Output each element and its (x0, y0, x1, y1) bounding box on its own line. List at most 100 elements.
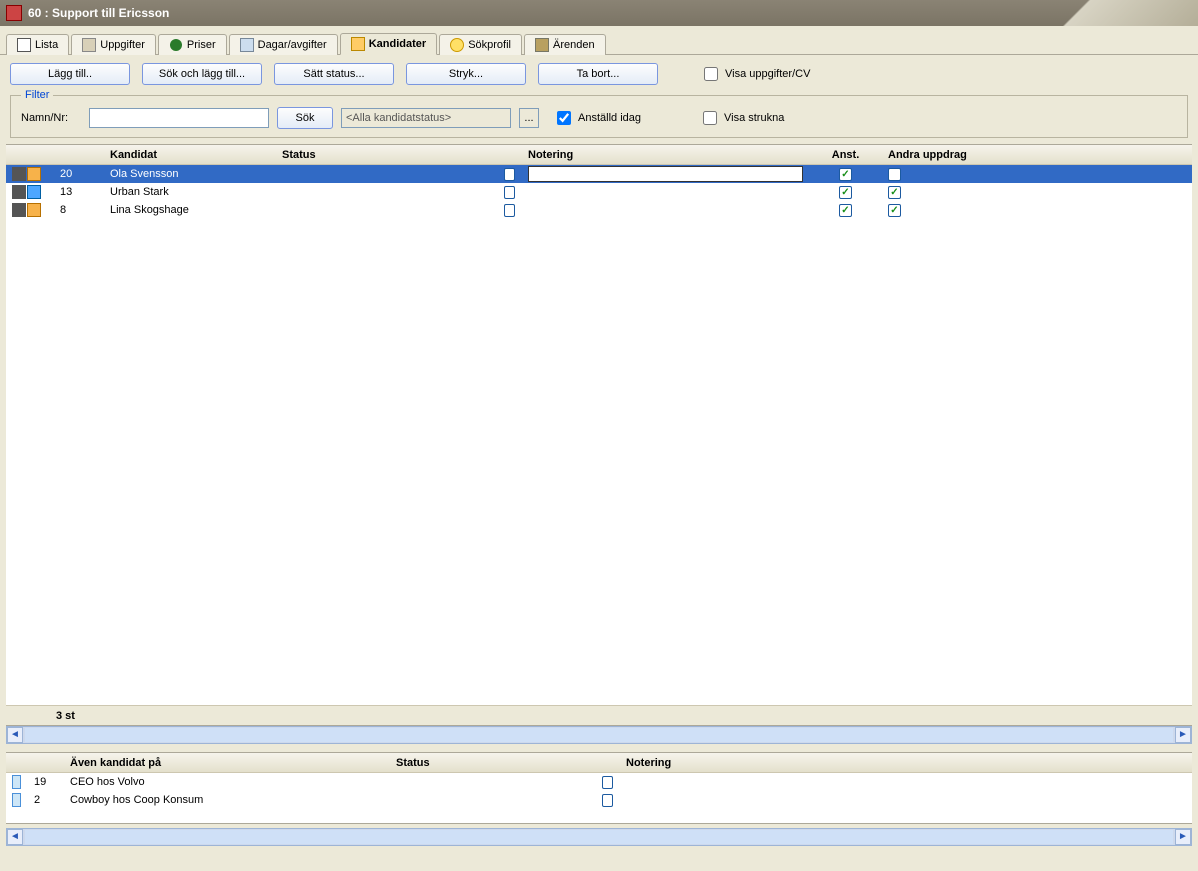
table-row[interactable]: 8Lina Skogshage (6, 201, 1192, 219)
case-icon (535, 38, 549, 52)
tab-bar: Lista Uppgifter Priser Dagar/avgifter Ka… (0, 26, 1198, 55)
filter-legend: Filter (21, 89, 53, 101)
grid-hscroll[interactable]: ◄ ► (6, 726, 1192, 744)
scroll-left-icon[interactable]: ◄ (7, 829, 23, 845)
cell-notering[interactable] (522, 201, 810, 219)
document-icon (12, 775, 21, 789)
tab-label: Dagar/avgifter (258, 39, 327, 51)
show-cv-checkbox[interactable]: Visa uppgifter/CV (700, 64, 810, 84)
candidates-grid: Kandidat Status Notering Anst. Andra upp… (6, 144, 1192, 726)
window-title: 60 : Support till Ericsson (28, 6, 169, 20)
show-struck-input[interactable] (703, 111, 717, 125)
cell-notering (620, 791, 920, 809)
tab-lista[interactable]: Lista (6, 34, 69, 55)
cell-name: Urban Stark (104, 183, 276, 201)
search-add-button[interactable]: Sök och lägg till... (142, 63, 262, 85)
remove-button[interactable]: Ta bort... (538, 63, 658, 85)
col-andra[interactable]: Andra uppdrag (882, 145, 1162, 164)
tasks-icon (82, 38, 96, 52)
col-nr[interactable] (54, 145, 104, 164)
andra-checkbox[interactable] (888, 204, 901, 217)
row-checkbox[interactable] (504, 168, 515, 181)
add-button[interactable]: Lägg till.. (10, 63, 130, 85)
anst-checkbox[interactable] (839, 204, 852, 217)
row-checkbox[interactable] (504, 204, 515, 217)
row-checkbox[interactable] (602, 794, 613, 807)
cell-nr: 19 (28, 773, 64, 791)
status-filter-browse[interactable]: ... (519, 108, 539, 128)
money-icon (169, 38, 183, 52)
status-filter-display[interactable]: <Alla kandidatstatus> (341, 108, 511, 128)
grid-header: Kandidat Status Notering Anst. Andra upp… (6, 145, 1192, 165)
status-filter-text: <Alla kandidatstatus> (346, 112, 451, 124)
candidates-icon (351, 37, 365, 51)
tab-dagar[interactable]: Dagar/avgifter (229, 34, 338, 55)
col-anst[interactable]: Anst. (810, 145, 882, 164)
strike-button[interactable]: Stryk... (406, 63, 526, 85)
bcol-notering[interactable]: Notering (620, 753, 920, 772)
table-row[interactable]: 2Cowboy hos Coop Konsum (6, 791, 1192, 809)
row-checkbox[interactable] (602, 776, 613, 789)
show-cv-input[interactable] (704, 67, 718, 81)
andra-checkbox[interactable] (888, 186, 901, 199)
tab-sokprofil[interactable]: Sökprofil (439, 34, 522, 55)
bcol-icon[interactable] (6, 753, 28, 772)
cell-nr: 8 (54, 201, 104, 219)
tab-kandidater[interactable]: Kandidater (340, 33, 437, 55)
camera-icon (12, 185, 26, 199)
employed-today-checkbox[interactable]: Anställd idag (553, 108, 641, 128)
app-icon (6, 5, 22, 21)
table-row[interactable]: 13Urban Stark (6, 183, 1192, 201)
scroll-right-icon[interactable]: ► (1175, 829, 1191, 845)
scroll-track[interactable] (25, 728, 1173, 742)
anst-checkbox[interactable] (839, 186, 852, 199)
bottom-grid-header: Även kandidat på Status Notering (6, 753, 1192, 773)
row-count: 3 st (56, 710, 75, 722)
bcol-status[interactable]: Status (390, 753, 596, 772)
col-icons[interactable] (6, 145, 54, 164)
bcol-nr[interactable] (28, 753, 64, 772)
col-status[interactable]: Status (276, 145, 498, 164)
grid-body[interactable]: 20Ola Svensson13Urban Stark8Lina Skogsha… (6, 165, 1192, 705)
tab-uppgifter[interactable]: Uppgifter (71, 34, 156, 55)
scroll-left-icon[interactable]: ◄ (7, 727, 23, 743)
set-status-button[interactable]: Sätt status... (274, 63, 394, 85)
tab-label: Priser (187, 39, 216, 51)
person-icon (27, 185, 41, 199)
scroll-right-icon[interactable]: ► (1175, 727, 1191, 743)
cell-notering[interactable] (522, 165, 810, 183)
name-input[interactable] (89, 108, 269, 128)
col-kandidat[interactable]: Kandidat (104, 145, 276, 164)
col-notering[interactable]: Notering (522, 145, 810, 164)
show-struck-checkbox[interactable]: Visa strukna (699, 108, 784, 128)
cell-nr: 2 (28, 791, 64, 809)
show-cv-label: Visa uppgifter/CV (725, 68, 810, 80)
cell-name: CEO hos Volvo (64, 773, 390, 791)
camera-icon (12, 203, 26, 217)
bottom-hscroll[interactable]: ◄ ► (6, 828, 1192, 846)
search-button[interactable]: Sök (277, 107, 333, 129)
scroll-track[interactable] (25, 830, 1173, 844)
anst-checkbox[interactable] (839, 168, 852, 181)
andra-checkbox[interactable] (888, 168, 901, 181)
filter-group: Filter Namn/Nr: Sök <Alla kandidatstatus… (10, 89, 1188, 138)
table-row[interactable]: 19CEO hos Volvo (6, 773, 1192, 791)
row-checkbox[interactable] (504, 186, 515, 199)
cell-notering[interactable] (522, 183, 810, 201)
titlebar: 60 : Support till Ericsson (0, 0, 1198, 26)
cell-name: Ola Svensson (104, 165, 276, 183)
bottom-grid-body[interactable]: 19CEO hos Volvo2Cowboy hos Coop Konsum (6, 773, 1192, 823)
table-row[interactable]: 20Ola Svensson (6, 165, 1192, 183)
tab-arenden[interactable]: Ärenden (524, 34, 606, 55)
calendar-icon (240, 38, 254, 52)
employed-today-input[interactable] (557, 111, 571, 125)
tab-label: Kandidater (369, 38, 426, 50)
tab-label: Lista (35, 39, 58, 51)
list-icon (17, 38, 31, 52)
bcol-name[interactable]: Även kandidat på (64, 753, 390, 772)
tab-priser[interactable]: Priser (158, 34, 227, 55)
col-check[interactable] (498, 145, 522, 164)
bcol-chk[interactable] (596, 753, 620, 772)
show-struck-label: Visa strukna (724, 112, 784, 124)
notering-input[interactable] (528, 166, 803, 182)
